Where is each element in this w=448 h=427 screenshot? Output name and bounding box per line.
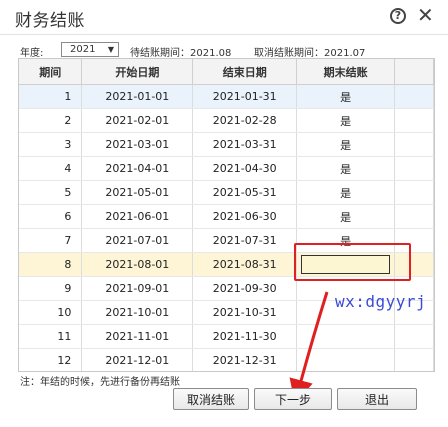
end-date-cell[interactable]: 2021-06-30 (192, 204, 298, 229)
period-cell[interactable]: 12 (19, 348, 83, 371)
filler-cell (394, 324, 434, 349)
end-date-cell[interactable]: 2021-09-30 (192, 276, 298, 301)
start-date-cell[interactable]: 2021-04-01 (81, 156, 194, 181)
closed-cell[interactable]: 是 (296, 108, 396, 133)
cancel-closing-button[interactable]: 取消结账 (173, 388, 249, 410)
filler-cell (394, 108, 434, 133)
period-grid: 期间 开始日期 结束日期 期末结账 1 2021-01-01 2021-01-31 是… (18, 58, 435, 372)
next-step-button[interactable]: 下一步 (254, 388, 332, 410)
year-select-value: 2021 (70, 44, 96, 55)
period-table: 期间 开始日期 结束日期 期末结账 1 2021-01-01 2021-01-31 是… (19, 59, 434, 371)
period-cell[interactable]: 11 (19, 324, 83, 349)
close-icon[interactable]: ✕ (417, 4, 434, 26)
start-date-cell[interactable]: 2021-01-01 (81, 84, 194, 109)
dialog-titlebar: 财务结账 ? ✕ (0, 0, 448, 35)
period-cell[interactable]: 8 (19, 252, 83, 277)
column-header-period[interactable]: 期间 (19, 59, 83, 85)
chevron-down-icon[interactable]: ▼ (108, 43, 114, 56)
start-date-cell[interactable]: 2021-06-01 (81, 204, 194, 229)
dialog-title: 财务结账 (15, 11, 85, 31)
end-date-cell[interactable]: 2021-08-31 (192, 252, 298, 277)
start-date-cell[interactable]: 2021-02-01 (81, 108, 194, 133)
closed-cell[interactable] (296, 324, 396, 349)
closed-cell[interactable] (296, 348, 396, 371)
filler-cell (394, 132, 434, 157)
filler-cell (394, 348, 434, 371)
table-row[interactable]: 3 2021-03-01 2021-03-31 是 (19, 132, 434, 157)
period-cell[interactable]: 4 (19, 156, 83, 181)
filler-cell (394, 84, 434, 109)
end-date-cell[interactable]: 2021-07-31 (192, 228, 298, 253)
start-date-cell[interactable]: 2021-11-01 (81, 324, 194, 349)
period-cell[interactable]: 2 (19, 108, 83, 133)
end-date-cell[interactable]: 2021-04-30 (192, 156, 298, 181)
start-date-cell[interactable]: 2021-10-01 (81, 300, 194, 325)
end-date-cell[interactable]: 2021-02-28 (192, 108, 298, 133)
start-date-cell[interactable]: 2021-12-01 (81, 348, 194, 371)
end-date-cell[interactable]: 2021-03-31 (192, 132, 298, 157)
period-cell[interactable]: 9 (19, 276, 83, 301)
table-row[interactable]: 6 2021-06-01 2021-06-30 是 (19, 204, 434, 229)
period-cell[interactable]: 1 (19, 84, 83, 109)
help-icon[interactable]: ? (390, 8, 406, 24)
year-label: 年度: (20, 48, 44, 59)
table-header-row: 期间 开始日期 结束日期 期末结账 (19, 59, 434, 85)
start-date-cell[interactable]: 2021-05-01 (81, 180, 194, 205)
closed-cell[interactable]: 是 (296, 132, 396, 157)
start-date-cell[interactable]: 2021-09-01 (81, 276, 194, 301)
start-date-cell[interactable]: 2021-03-01 (81, 132, 194, 157)
period-cell[interactable]: 7 (19, 228, 83, 253)
end-date-cell[interactable]: 2021-01-31 (192, 84, 298, 109)
end-date-cell[interactable]: 2021-12-31 (192, 348, 298, 371)
table-row[interactable]: 12 2021-12-01 2021-12-31 (19, 348, 434, 371)
closed-cell[interactable]: 是 (296, 204, 396, 229)
closed-cell[interactable]: 是 (296, 156, 396, 181)
column-header-end-date[interactable]: 结束日期 (192, 59, 298, 85)
end-date-cell[interactable]: 2021-11-30 (192, 324, 298, 349)
start-date-cell[interactable]: 2021-08-01 (81, 252, 194, 277)
closed-cell[interactable]: 是 (296, 180, 396, 205)
cancelable-period-text: 取消结账期间：2021.07 (254, 48, 366, 59)
closed-cell[interactable]: 是 (296, 84, 396, 109)
highlight-box (294, 243, 411, 281)
filler-cell (394, 204, 434, 229)
end-date-cell[interactable]: 2021-05-31 (192, 180, 298, 205)
backup-note: 注：年结的时候，先进行备份再结账 (20, 377, 180, 388)
column-header-closed[interactable]: 期末结账 (296, 59, 396, 85)
table-row[interactable]: 11 2021-11-01 2021-11-30 (19, 324, 434, 349)
table-row[interactable]: 1 2021-01-01 2021-01-31 是 (19, 84, 434, 109)
exit-button[interactable]: 退出 (337, 388, 417, 410)
period-cell[interactable]: 3 (19, 132, 83, 157)
pending-period-text: 待结账期间：2021.08 (130, 48, 232, 59)
table-row[interactable]: 2 2021-02-01 2021-02-28 是 (19, 108, 434, 133)
start-date-cell[interactable]: 2021-07-01 (81, 228, 194, 253)
year-select[interactable]: 2021 ▼ (61, 42, 119, 57)
table-row[interactable]: 4 2021-04-01 2021-04-30 是 (19, 156, 434, 181)
period-cell[interactable]: 5 (19, 180, 83, 205)
column-header-start-date[interactable]: 开始日期 (81, 59, 194, 85)
column-header-filler (394, 59, 434, 85)
period-cell[interactable]: 10 (19, 300, 83, 325)
watermark-text: wx:dgyyrj (335, 292, 427, 311)
filler-cell (394, 156, 434, 181)
table-row[interactable]: 5 2021-05-01 2021-05-31 是 (19, 180, 434, 205)
filler-cell (394, 180, 434, 205)
period-cell[interactable]: 6 (19, 204, 83, 229)
end-date-cell[interactable]: 2021-10-31 (192, 300, 298, 325)
